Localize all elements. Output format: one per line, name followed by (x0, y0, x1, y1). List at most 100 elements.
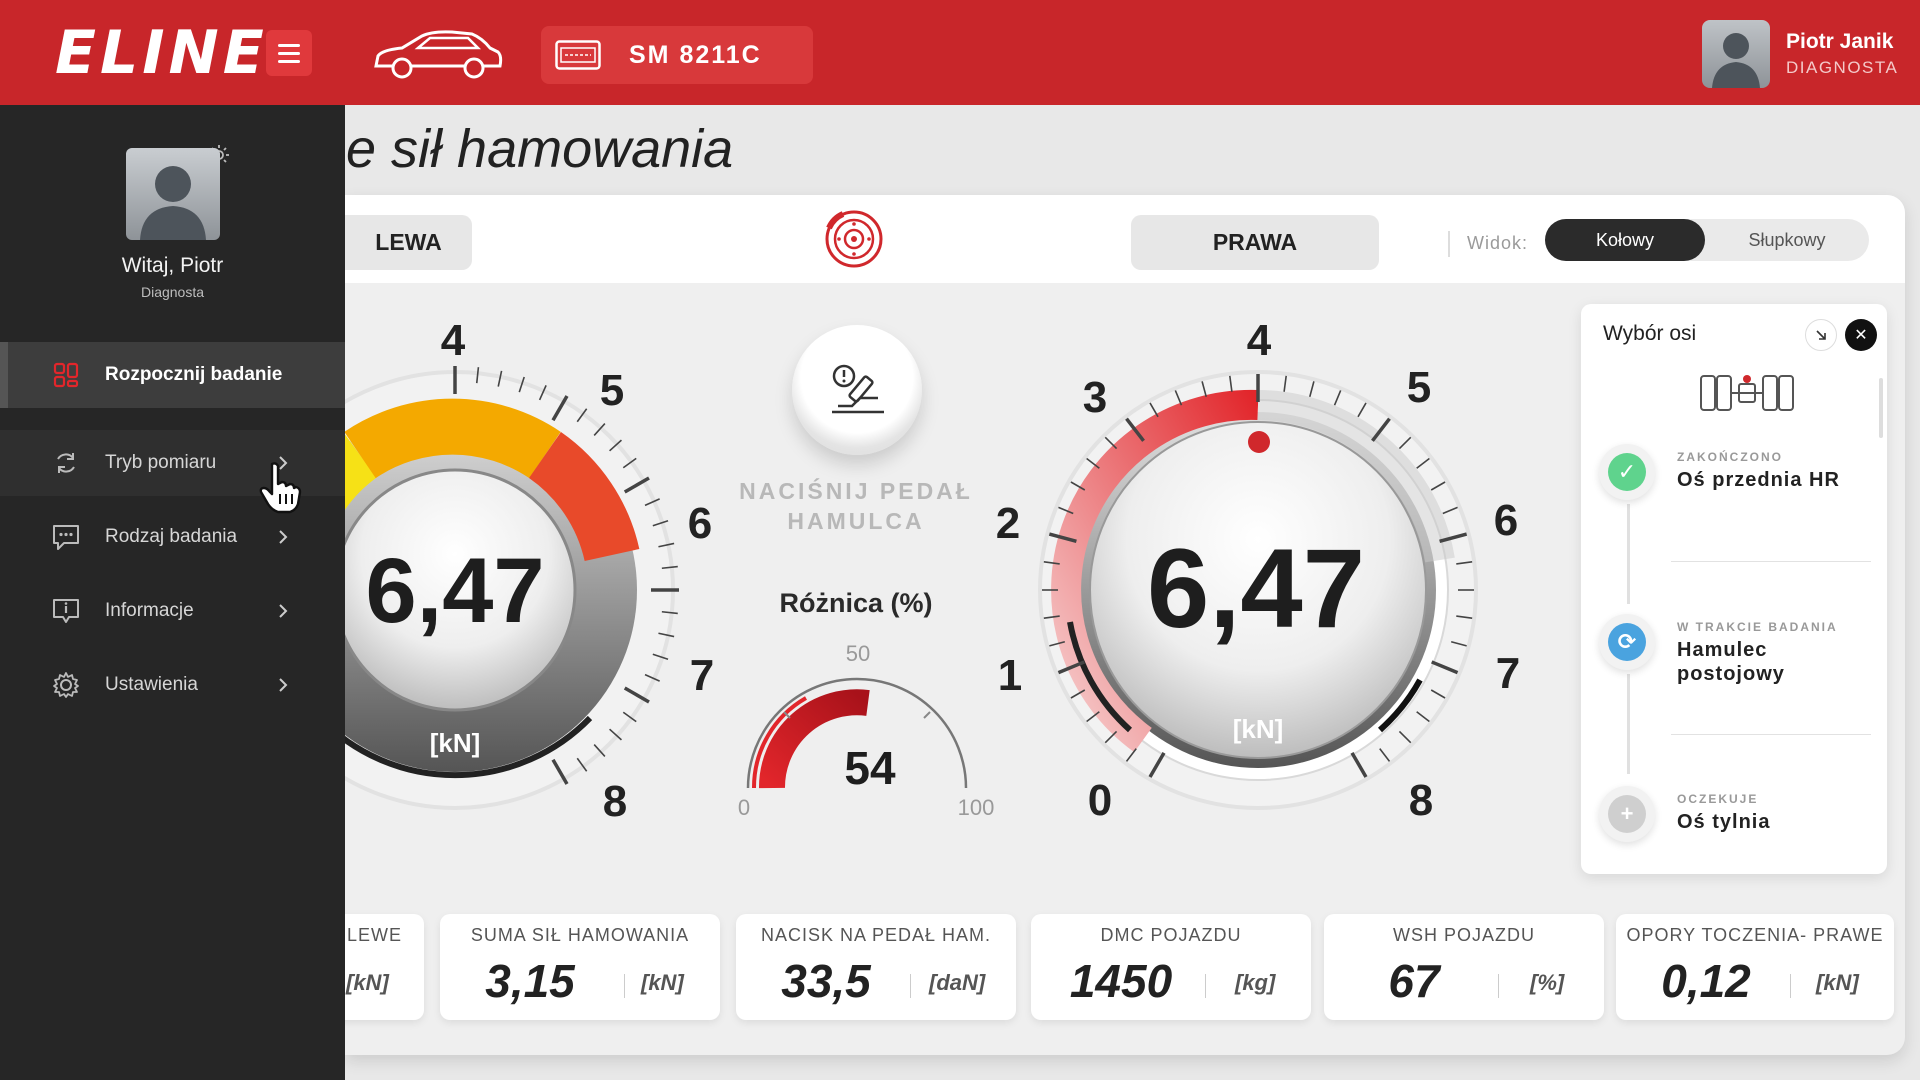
right-gauge-unit: [kN] (1233, 714, 1284, 744)
stat-unit: [kN] (346, 970, 389, 995)
user-profile[interactable]: Piotr Janik DIAGNOSTA (1702, 20, 1898, 88)
stat-value: 67 (1388, 955, 1440, 1007)
plate-number: SM 8211C (629, 40, 762, 69)
sidebar-item-settings[interactable]: Ustawienia (0, 652, 345, 718)
axis-selection-panel: Wybór osi ✕ ✓ ZAKOŃCZONO Oś przednia HR … (1581, 304, 1887, 874)
right-tick-label-8: 8 (1409, 776, 1433, 825)
stat-card-total-braking: SUMA SIŁ HAMOWANIA 3,15 [kN] (440, 914, 720, 1020)
stat-label: SUMA SIŁ HAMOWANIA (470, 925, 690, 945)
stat-unit: [daN] (929, 970, 986, 995)
step-status-dot: ✓ (1599, 444, 1655, 500)
press-text-line1: NACIŚNIJ PEDAŁ (739, 478, 973, 504)
chevron-right-icon (279, 604, 288, 618)
check-icon: ✓ (1608, 453, 1646, 491)
axle-icon (1700, 375, 1794, 411)
right-tick-label-2: 2 (996, 499, 1020, 548)
stat-card-vehicle-gvw: DMC POJAZDU 1450 [kg] (1031, 914, 1311, 1020)
step-connector (1627, 504, 1630, 604)
axis-panel-scrollbar[interactable] (1879, 378, 1883, 438)
stat-separator (624, 974, 625, 998)
step-divider (1671, 561, 1871, 562)
greeting-role: Diagnosta (140, 284, 205, 300)
user-role: DIAGNOSTA (1786, 58, 1899, 77)
stat-card-pedal-pressure: NACISK NA PEDAŁ HAM. 33,5 [daN] (736, 914, 1016, 1020)
press-pedal-button[interactable] (792, 325, 922, 455)
sidebar-item-label: Tryb pomiaru (105, 452, 217, 473)
left-gauge-unit: [kN] (430, 728, 481, 758)
stat-separator (1790, 974, 1791, 998)
stat-separator (1205, 974, 1206, 998)
right-tick-label-0: 0 (1088, 776, 1112, 825)
right-tick-label-7: 7 (1496, 649, 1520, 698)
sidebar-item-start-test[interactable]: Rozpocznij badanie (0, 342, 345, 408)
step-status-label: OCZEKUJE (1677, 792, 1759, 806)
plate-icon (555, 40, 601, 70)
difference-max: 100 (958, 795, 995, 820)
axis-panel-title: Wybór osi (1603, 322, 1697, 345)
press-text-line2: HAMULCA (787, 508, 925, 534)
user-silhouette-icon (1712, 33, 1760, 88)
sidebar-item-label: Rodzaj badania (105, 526, 238, 547)
greeting: Witaj, Piotr (121, 254, 224, 277)
arrow-down-right-icon (1816, 330, 1826, 340)
sidebar-user: Witaj, Piotr Diagnosta (0, 148, 345, 300)
step-name: Oś przednia HR (1677, 469, 1840, 491)
step-status-dot: + (1599, 786, 1655, 842)
info-icon (53, 599, 79, 623)
step-connector (1627, 674, 1630, 774)
chat-type-icon (53, 525, 79, 550)
left-tick-label-8: 8 (603, 777, 627, 826)
difference-title: Różnica (%) (779, 588, 933, 618)
stat-label: NACISK NA PEDAŁ HAM. (760, 925, 992, 945)
stat-unit: [kg] (1235, 970, 1276, 995)
step-status-label: ZAKOŃCZONO (1677, 450, 1783, 464)
step-status-label: W TRAKCIE BADANIA (1677, 620, 1838, 634)
press-pedal-text: NACIŚNIJ PEDAŁ HAMULCA (716, 476, 996, 536)
pedal-icon (832, 364, 884, 414)
sidebar-item-label: Rozpocznij badanie (105, 364, 283, 385)
sidebar-menu: Rozpocznij badanie Tryb pomiaru Rodzaj b… (0, 342, 345, 718)
step-status-dot: ⟳ (1599, 614, 1655, 670)
hamburger-line (278, 59, 300, 63)
step-name: Hamulec postojowy (1677, 639, 1785, 685)
difference-value: 54 (844, 742, 896, 794)
right-tick-label-3: 3 (1083, 373, 1107, 422)
car-icon (374, 30, 503, 79)
sidebar-item-test-type[interactable]: Rodzaj badania (0, 504, 345, 570)
minimize-button[interactable] (1805, 319, 1837, 351)
plus-icon: + (1608, 795, 1646, 833)
sidebar: ELINE Witaj, Piotr Diagnosta Rozpocznij … (0, 0, 345, 1080)
stat-value: 3,15 (485, 955, 575, 1007)
hamburger-line (278, 51, 300, 55)
license-plate[interactable]: SM 8211C (541, 26, 813, 84)
settings-icon (53, 672, 79, 698)
left-tick-label-7: 7 (690, 651, 714, 700)
stat-unit: [kN] (1816, 970, 1859, 995)
right-gauge-value: 6,47 (1147, 526, 1365, 651)
stat-value: 1450 (1069, 955, 1173, 1007)
user-name: Piotr Janik (1786, 30, 1894, 53)
refresh-mode-icon (57, 453, 75, 473)
chevron-right-icon (279, 530, 288, 544)
stat-separator (910, 974, 911, 998)
start-test-icon (53, 362, 79, 388)
right-tick-label-4: 4 (1247, 316, 1272, 365)
sidebar-item-measure-mode[interactable]: Tryb pomiaru (0, 430, 345, 514)
close-button[interactable]: ✕ (1845, 319, 1877, 351)
difference-mid: 50 (846, 641, 870, 666)
stat-unit: [kN] (641, 970, 684, 995)
right-tick-label-1: 1 (998, 651, 1022, 700)
stat-unit: [%] (1530, 970, 1565, 995)
right-tick-label-6: 6 (1494, 496, 1518, 545)
left-tick-label-4: 4 (441, 316, 466, 365)
sidebar-item-information[interactable]: Informacje (0, 578, 345, 644)
stat-card-vehicle-wsh: WSH POJAZDU 67 [%] (1324, 914, 1604, 1020)
right-tick-label-5: 5 (1407, 363, 1431, 412)
menu-toggle-button[interactable] (266, 30, 312, 76)
sidebar-item-label: Informacje (105, 600, 194, 621)
stat-label: DMC POJAZDU (1100, 925, 1242, 945)
app-logo: ELINE (55, 18, 268, 88)
logo-area: ELINE (0, 0, 345, 105)
stat-value: 0,12 (1661, 955, 1751, 1007)
difference-min: 0 (738, 795, 750, 820)
